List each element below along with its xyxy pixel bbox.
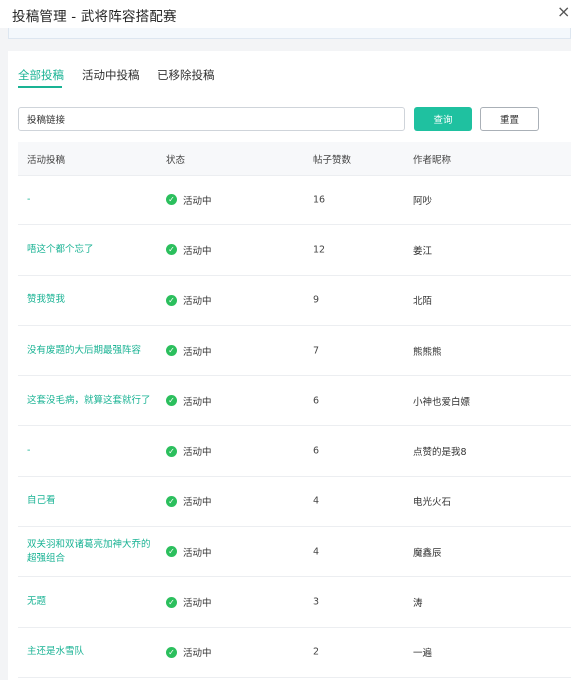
author-cell: 魔鑫辰 <box>413 547 442 559</box>
query-button[interactable]: 查询 <box>414 107 472 131</box>
status-text: 活动中 <box>183 648 212 660</box>
table-row: 自己看 ✓ 活动中 4 电光火石 <box>18 477 571 528</box>
status-cell: ✓ 活动中 <box>166 293 212 307</box>
submission-link[interactable]: 这套没毛病，就算这套就行了 <box>27 394 157 408</box>
author-cell: 小神也爱白嫖 <box>413 396 471 408</box>
check-circle-icon: ✓ <box>166 194 177 206</box>
check-circle-icon: ✓ <box>166 546 177 558</box>
likes-cell: 7 <box>313 345 320 357</box>
tab-removed[interactable]: 已移除投稿 <box>157 67 215 83</box>
window-title: 投稿管理 - 武将阵容搭配赛 <box>12 9 177 25</box>
check-circle-icon: ✓ <box>166 395 177 407</box>
table-row: 赞我赞我 ✓ 活动中 9 北陌 <box>18 276 571 326</box>
status-cell: ✓ 活动中 <box>166 444 212 458</box>
table-row: 这套没毛病，就算这套就行了 ✓ 活动中 6 小神也爱白嫖 <box>18 376 571 427</box>
table-body: - ✓ 活动中 16 阿吵 唔这个都个忘了 ✓ 活动中 12 姜江 赞我赞我 ✓ 活动… <box>18 175 571 678</box>
check-circle-icon: ✓ <box>166 495 177 507</box>
table-row: 主还是水雪队 ✓ 活动中 2 一遍 <box>18 628 571 678</box>
status-text: 活动中 <box>183 396 212 408</box>
likes-cell: 4 <box>313 495 320 507</box>
status-cell: ✓ 活动中 <box>166 645 212 659</box>
status-text: 活动中 <box>183 497 212 509</box>
table-header: 活动投稿 状态 帖子赞数 作者昵称 <box>18 142 571 176</box>
author-cell: 一遍 <box>413 648 433 660</box>
status-text: 活动中 <box>183 346 212 358</box>
column-header-status: 状态 <box>166 155 186 166</box>
author-cell: 北陌 <box>413 296 433 308</box>
column-header-title: 活动投稿 <box>27 155 66 166</box>
table-row: - ✓ 活动中 16 阿吵 <box>18 175 571 226</box>
likes-cell: 4 <box>313 546 320 558</box>
notice-bar <box>8 28 571 39</box>
status-cell: ✓ 活动中 <box>166 193 212 207</box>
author-cell: 涛 <box>413 598 423 610</box>
status-cell: ✓ 活动中 <box>166 344 212 358</box>
search-input[interactable] <box>18 107 405 131</box>
main-card: 全部投稿 活动中投稿 已移除投稿 查询 重置 活动投稿 状态 帖子赞数 作者昵称… <box>8 51 571 680</box>
author-cell: 熊熊熊 <box>413 346 442 358</box>
author-cell: 阿吵 <box>413 195 433 207</box>
status-cell: ✓ 活动中 <box>166 545 212 559</box>
column-header-likes: 帖子赞数 <box>313 155 352 166</box>
status-text: 活动中 <box>183 296 212 308</box>
submission-link[interactable]: 赞我赞我 <box>27 293 157 307</box>
table-row: 唔这个都个忘了 ✓ 活动中 12 姜江 <box>18 225 571 276</box>
likes-cell: 6 <box>313 445 320 457</box>
submission-link[interactable]: - <box>27 193 157 207</box>
table-row: - ✓ 活动中 6 点赞的是我8 <box>18 426 571 477</box>
likes-cell: 12 <box>313 244 326 256</box>
status-cell: ✓ 活动中 <box>166 494 212 508</box>
check-circle-icon: ✓ <box>166 445 177 457</box>
status-text: 活动中 <box>183 447 212 459</box>
likes-cell: 9 <box>313 294 320 306</box>
window-titlebar: 投稿管理 - 武将阵容搭配赛 × <box>0 0 571 28</box>
check-circle-icon: ✓ <box>166 646 177 658</box>
tab-active[interactable]: 活动中投稿 <box>82 67 140 83</box>
submission-link[interactable]: 自己看 <box>27 494 157 508</box>
table-row: 无题 ✓ 活动中 3 涛 <box>18 577 571 628</box>
status-cell: ✓ 活动中 <box>166 394 212 408</box>
active-tab-indicator <box>18 86 62 88</box>
status-text: 活动中 <box>183 245 212 257</box>
submission-link[interactable]: 双关羽和双诸葛亮加神大乔的超强组合 <box>27 538 157 566</box>
check-circle-icon: ✓ <box>166 244 177 256</box>
table-row: 没有废题的大后期最强阵容 ✓ 活动中 7 熊熊熊 <box>18 326 571 377</box>
submission-link[interactable]: 没有废题的大后期最强阵容 <box>27 344 157 358</box>
check-circle-icon: ✓ <box>166 345 177 357</box>
status-text: 活动中 <box>183 598 212 610</box>
column-header-author: 作者昵称 <box>413 155 452 166</box>
submission-link[interactable]: 唔这个都个忘了 <box>27 243 157 257</box>
status-cell: ✓ 活动中 <box>166 243 212 257</box>
submission-link[interactable]: - <box>27 444 157 458</box>
close-icon[interactable]: × <box>557 3 571 21</box>
check-circle-icon: ✓ <box>166 596 177 608</box>
tab-all[interactable]: 全部投稿 <box>18 67 64 83</box>
reset-button[interactable]: 重置 <box>480 107 539 131</box>
likes-cell: 3 <box>313 596 320 608</box>
table-row: 双关羽和双诸葛亮加神大乔的超强组合 ✓ 活动中 4 魔鑫辰 <box>18 527 571 578</box>
likes-cell: 2 <box>313 646 320 658</box>
status-text: 活动中 <box>183 195 212 207</box>
check-circle-icon: ✓ <box>166 294 177 306</box>
status-cell: ✓ 活动中 <box>166 595 212 609</box>
likes-cell: 6 <box>313 395 320 407</box>
author-cell: 姜江 <box>413 245 433 257</box>
status-text: 活动中 <box>183 547 212 559</box>
author-cell: 点赞的是我8 <box>413 447 467 459</box>
submission-link[interactable]: 主还是水雪队 <box>27 645 157 659</box>
author-cell: 电光火石 <box>413 497 452 509</box>
submission-link[interactable]: 无题 <box>27 595 157 609</box>
likes-cell: 16 <box>313 194 326 206</box>
